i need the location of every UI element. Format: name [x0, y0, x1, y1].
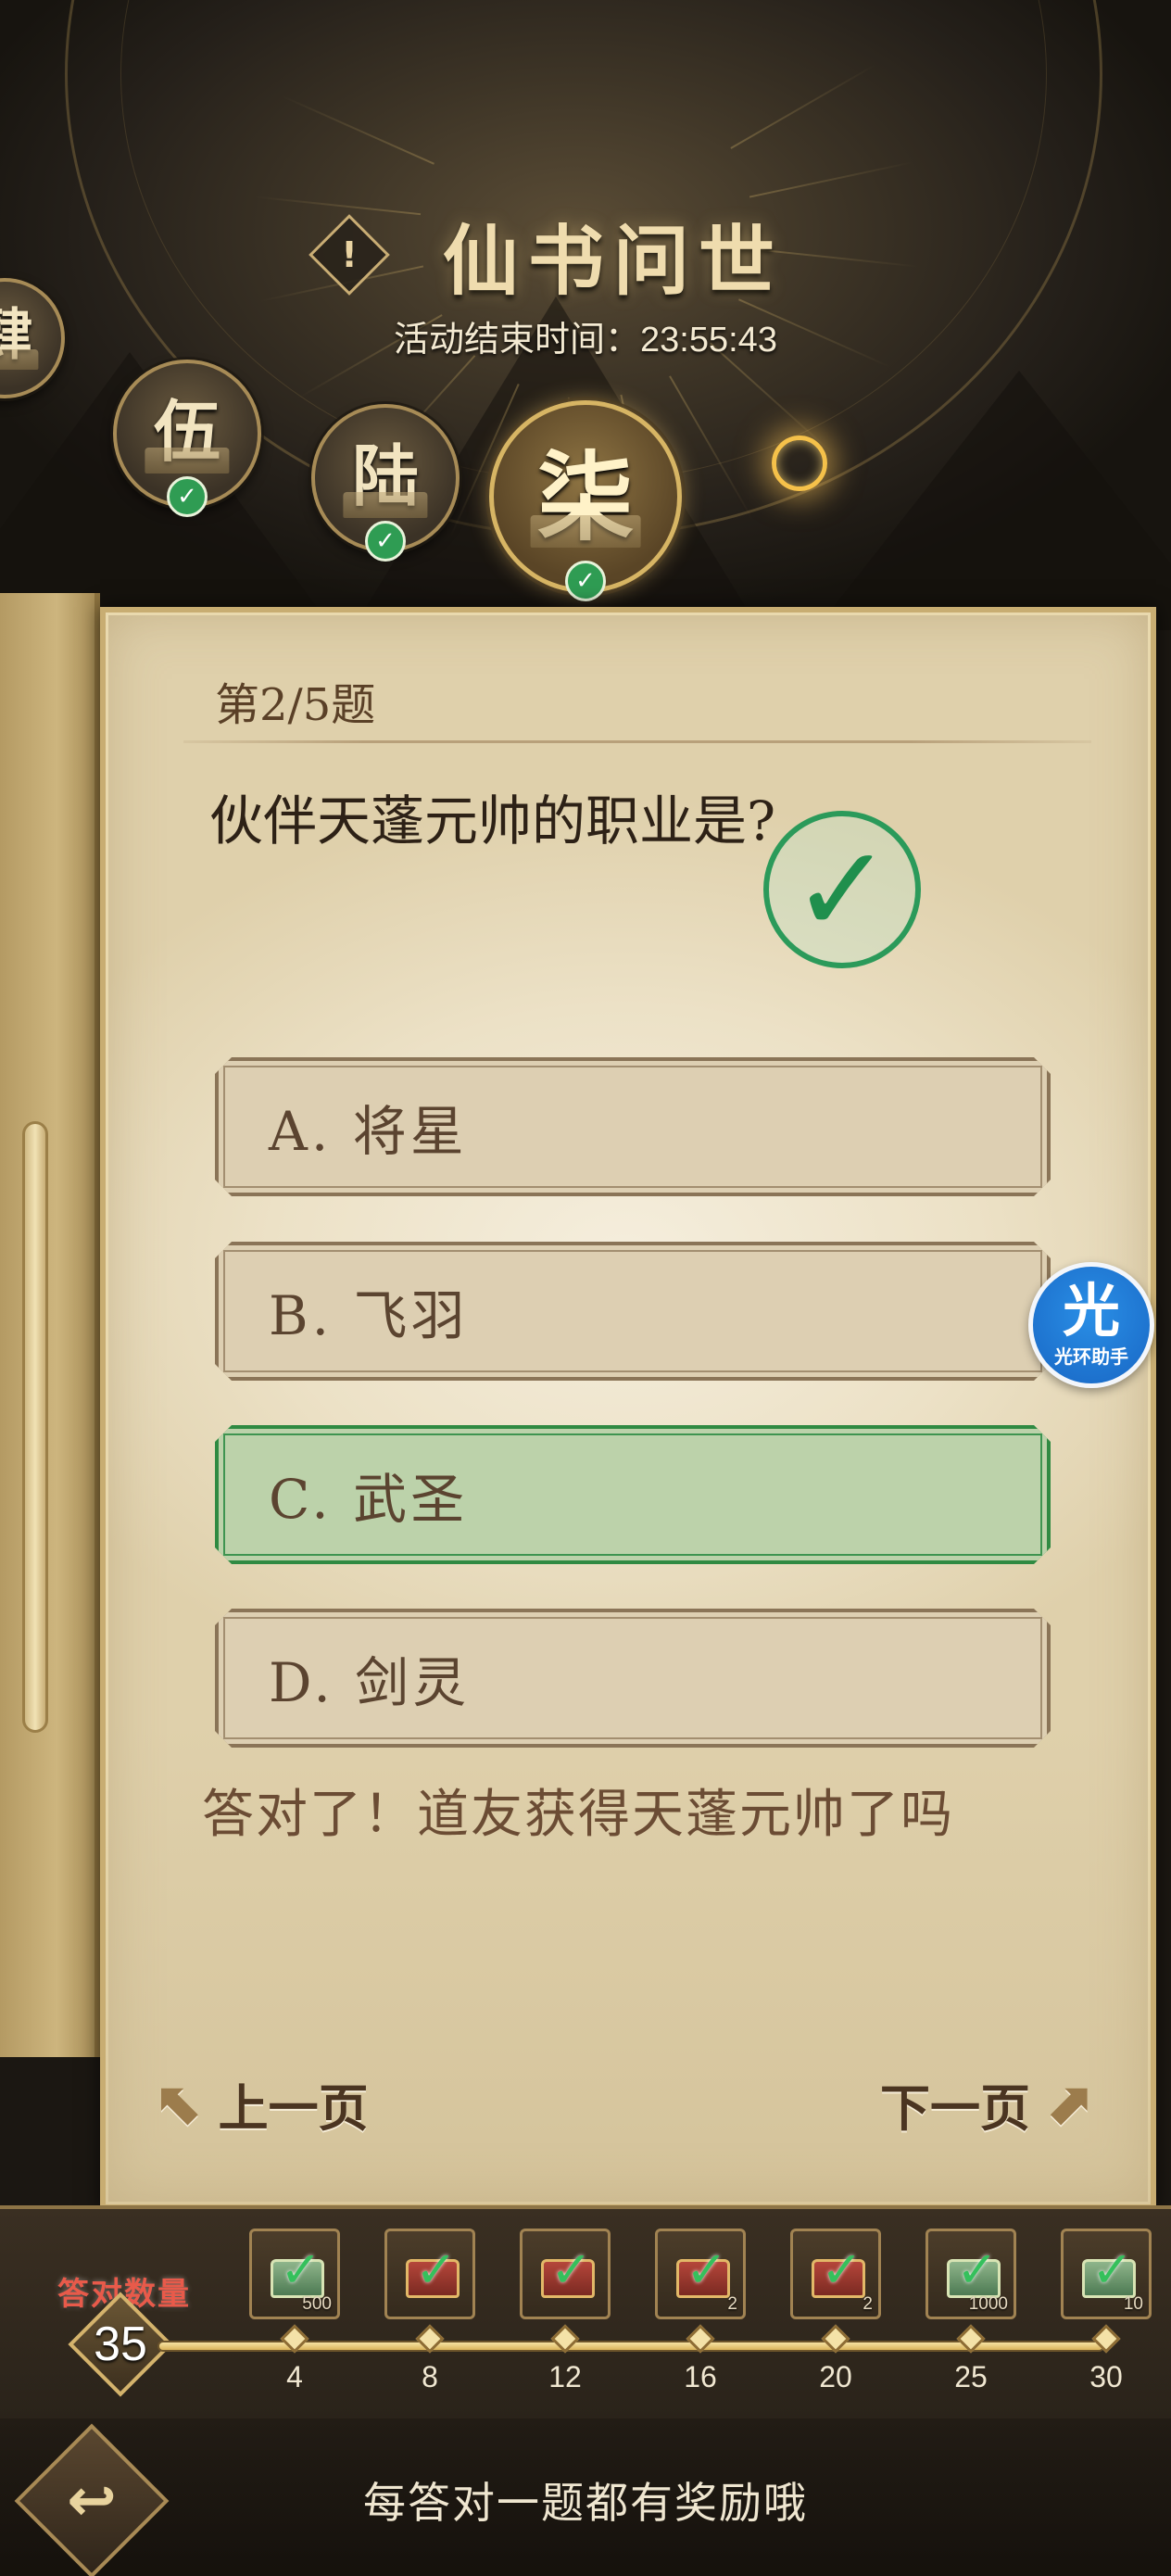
footer-tip: 每答对一题都有奖励哦: [363, 2478, 808, 2528]
event-end-time: 活动结束时间：23:55:43: [394, 321, 777, 360]
milestone-threshold: 20: [819, 2360, 852, 2393]
claimed-check-icon: ✓: [686, 2241, 728, 2299]
claimed-check-icon: ✓: [1091, 2241, 1134, 2299]
assistant-icon: 光: [1062, 1276, 1120, 1345]
option-label: C. 武圣: [269, 1468, 469, 1531]
option-b-button[interactable]: B. 飞羽: [215, 1242, 1051, 1381]
book-icon: [0, 349, 39, 371]
claimed-check-icon: ✓: [821, 2241, 863, 2299]
option-d-button[interactable]: D. 剑灵: [215, 1609, 1051, 1748]
reward-quantity: 10: [1123, 2294, 1143, 2314]
book-icon: [530, 514, 641, 549]
jade-reward-icon: ✓ 10: [1061, 2229, 1152, 2319]
milestone-node: [1091, 2324, 1121, 2354]
milestone-threshold: 8: [422, 2360, 438, 2393]
reward-quantity: 2: [727, 2294, 737, 2314]
milestone-node: [415, 2324, 445, 2354]
reward-quantity: 500: [302, 2294, 332, 2314]
option-label: B. 飞羽: [269, 1284, 469, 1347]
side-panel-decor: [0, 593, 100, 2057]
milestone-threshold: 4: [286, 2360, 303, 2393]
completed-check-icon: ✓: [365, 521, 406, 562]
milestone-reward-1[interactable]: ✓ 8: [384, 2229, 475, 2394]
assistant-label: 光环助手: [1054, 1345, 1128, 1368]
jade-reward-icon: ✓ 500: [249, 2229, 340, 2319]
reward-quantity: 2: [863, 2294, 873, 2314]
answer-feedback: 答对了！道友获得天蓬元帅了吗: [202, 1785, 954, 1845]
question-panel: 第2/5题 伙伴天蓬元帅的职业是? A. 将星 B. 飞羽 C. 武圣 D. 剑…: [100, 607, 1156, 2210]
treasure-chest-icon: ✓: [520, 2229, 611, 2319]
milestone-threshold: 25: [954, 2360, 988, 2393]
milestone-node: [686, 2324, 715, 2354]
next-page-button[interactable]: 下一页 ⬈: [880, 2067, 1093, 2140]
claimed-check-icon: ✓: [956, 2241, 999, 2299]
chapter-medal-6[interactable]: 陆 ✓: [311, 404, 460, 562]
milestone-threshold: 16: [684, 2360, 717, 2393]
claimed-check-icon: ✓: [415, 2241, 458, 2299]
milestone-node: [956, 2324, 986, 2354]
milestone-reward-2[interactable]: ✓ 12: [520, 2229, 611, 2394]
question-text: 伙伴天蓬元帅的职业是?: [209, 789, 776, 852]
completed-check-icon: ✓: [565, 561, 606, 601]
title-wrap: 仙书问世: [0, 199, 1171, 309]
prev-page-label: 上一页: [218, 2078, 369, 2138]
milestone-node: [280, 2324, 309, 2354]
page-title: 仙书问世: [442, 217, 784, 306]
option-label: D. 剑灵: [269, 1651, 471, 1714]
decor-mountain: [815, 371, 1171, 630]
option-c-button[interactable]: C. 武圣: [215, 1425, 1051, 1564]
claimed-check-icon: ✓: [280, 2241, 322, 2299]
next-page-label: 下一页: [880, 2078, 1030, 2138]
book-icon: [343, 492, 428, 518]
question-number: 第2/5题: [215, 679, 376, 731]
option-label: A. 将星: [269, 1100, 468, 1163]
milestone-threshold: 12: [548, 2360, 582, 2393]
milestone-node: [550, 2324, 580, 2354]
divider: [183, 740, 1091, 743]
correct-count-value: 35: [94, 2317, 147, 2371]
treasure-chest-icon: ✓ 2: [790, 2229, 881, 2319]
treasure-chest-icon: ✓: [384, 2229, 475, 2319]
book-icon: [145, 448, 230, 474]
arrow-left-icon: ⬉: [156, 2069, 206, 2139]
option-a-button[interactable]: A. 将星: [215, 1057, 1051, 1196]
arrow-right-icon: ⬈: [1043, 2069, 1093, 2139]
milestone-node: [821, 2324, 850, 2354]
chapter-medal-5[interactable]: 伍 ✓: [113, 360, 261, 517]
scroll-handle[interactable]: [22, 1121, 48, 1733]
milestone-threshold: 30: [1089, 2360, 1123, 2393]
locked-chapter-glow-icon: [772, 436, 827, 491]
jade-reward-icon: ✓ 1000: [925, 2229, 1016, 2319]
milestone-reward-6[interactable]: ✓ 10 30: [1061, 2229, 1152, 2394]
claimed-check-icon: ✓: [550, 2241, 593, 2299]
reward-quantity: 1000: [968, 2294, 1008, 2314]
assistant-floating-button[interactable]: 光 光环助手: [1028, 1262, 1154, 1388]
milestone-reward-4[interactable]: ✓ 2 20: [790, 2229, 881, 2394]
prev-page-button[interactable]: ⬉ 上一页: [156, 2067, 369, 2140]
milestone-reward-3[interactable]: ✓ 2 16: [655, 2229, 746, 2394]
completed-check-icon: ✓: [167, 476, 208, 517]
milestone-reward-5[interactable]: ✓ 1000 25: [925, 2229, 1016, 2394]
milestone-reward-0[interactable]: ✓ 500 4: [249, 2229, 340, 2394]
chapter-medal-7-active[interactable]: 柒 ✓: [489, 400, 682, 601]
correct-check-icon: ✓: [763, 811, 921, 968]
treasure-chest-icon: ✓ 2: [655, 2229, 746, 2319]
